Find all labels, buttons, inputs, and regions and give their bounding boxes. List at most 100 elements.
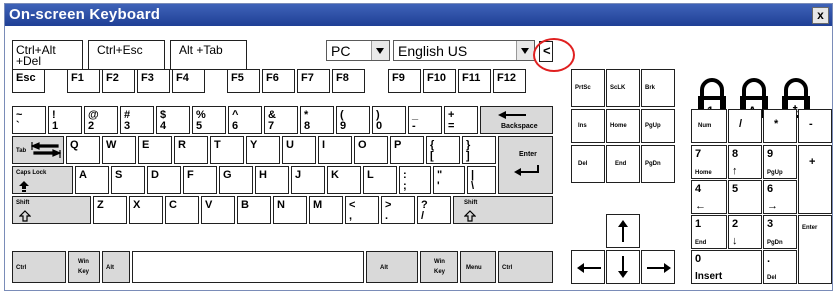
key-num-3[interactable]: 3 PgDn bbox=[763, 215, 797, 249]
key-1[interactable]: ! 1 bbox=[48, 106, 82, 134]
key-j[interactable]: J bbox=[291, 166, 325, 194]
key-slash[interactable]: ? / bbox=[417, 196, 451, 224]
key-0[interactable]: ) 0 bbox=[372, 106, 406, 134]
key-num-0[interactable]: 0 Insert bbox=[691, 250, 762, 284]
key-menu[interactable]: Menu bbox=[460, 251, 496, 283]
ctrl-esc-button[interactable]: Ctrl+Esc bbox=[88, 40, 165, 70]
key-num-plus[interactable]: + bbox=[798, 145, 832, 214]
key-alt-left[interactable]: Alt bbox=[102, 251, 130, 283]
key-q[interactable]: Q bbox=[66, 136, 100, 164]
key-num-dot[interactable]: . Del bbox=[763, 250, 797, 284]
key-f5[interactable]: F5 bbox=[227, 69, 260, 93]
key-ctrl-left[interactable]: Ctrl bbox=[12, 251, 66, 283]
key-end[interactable]: End bbox=[606, 145, 640, 183]
key-i[interactable]: I bbox=[318, 136, 352, 164]
key-4[interactable]: $4 bbox=[156, 106, 190, 134]
key-semicolon[interactable]: :; bbox=[399, 166, 431, 194]
key-num-slash[interactable]: / bbox=[728, 109, 762, 143]
key-z[interactable]: Z bbox=[93, 196, 127, 224]
key-num-enter[interactable]: Enter bbox=[798, 215, 832, 284]
layout-select[interactable]: PC bbox=[326, 40, 390, 61]
key-prtsc[interactable]: PrtSc bbox=[571, 69, 605, 107]
key-3[interactable]: #3 bbox=[120, 106, 154, 134]
key-num-5[interactable]: 5 bbox=[728, 180, 762, 214]
key-t[interactable]: T bbox=[210, 136, 244, 164]
key-pgdn[interactable]: PgDn bbox=[641, 145, 675, 183]
key-d[interactable]: D bbox=[147, 166, 181, 194]
key-tab[interactable]: Tab bbox=[12, 136, 64, 164]
key-f[interactable]: F bbox=[183, 166, 217, 194]
key-y[interactable]: Y bbox=[246, 136, 280, 164]
key-s[interactable]: S bbox=[111, 166, 145, 194]
key-w[interactable]: W bbox=[102, 136, 136, 164]
key-f9[interactable]: F9 bbox=[388, 69, 421, 93]
key-tilde[interactable]: ~ ` bbox=[12, 106, 46, 134]
key-n[interactable]: N bbox=[273, 196, 307, 224]
key-h[interactable]: H bbox=[255, 166, 289, 194]
key-ctrl-right[interactable]: Ctrl bbox=[498, 251, 553, 283]
key-5[interactable]: % 5 bbox=[192, 106, 226, 134]
key-num-9[interactable]: 9 PgUp bbox=[763, 145, 797, 179]
key-scrlk[interactable]: ScLK bbox=[606, 69, 640, 107]
key-num-1[interactable]: 1 End bbox=[691, 215, 727, 249]
key-left-brace[interactable]: {[ bbox=[426, 136, 460, 164]
key-backspace[interactable]: Backspace bbox=[480, 106, 553, 134]
key-8[interactable]: * 8 bbox=[300, 106, 334, 134]
key-p[interactable]: P bbox=[390, 136, 424, 164]
key-equals[interactable]: + = bbox=[444, 106, 478, 134]
key-left-arrow[interactable] bbox=[571, 250, 605, 284]
key-del[interactable]: Del bbox=[571, 145, 605, 183]
key-space[interactable] bbox=[132, 251, 364, 283]
key-win-left[interactable]: Win Key bbox=[68, 251, 100, 283]
close-button[interactable]: x bbox=[812, 7, 829, 24]
key-up-arrow[interactable] bbox=[606, 214, 640, 248]
key-u[interactable]: U bbox=[282, 136, 316, 164]
key-quote[interactable]: " ' bbox=[433, 166, 465, 194]
key-shift-left[interactable]: Shift bbox=[12, 196, 91, 224]
key-f3[interactable]: F3 bbox=[137, 69, 170, 93]
key-9[interactable]: (9 bbox=[336, 106, 370, 134]
title-bar[interactable]: On-screen Keyboard x bbox=[5, 4, 832, 26]
key-num-minus[interactable]: - bbox=[798, 109, 832, 143]
key-right-arrow[interactable] bbox=[641, 250, 675, 284]
key-numlock[interactable]: Num bbox=[691, 109, 727, 143]
key-f7[interactable]: F7 bbox=[297, 69, 330, 93]
key-m[interactable]: M bbox=[309, 196, 343, 224]
key-r[interactable]: R bbox=[174, 136, 208, 164]
key-minus[interactable]: _ - bbox=[408, 106, 442, 134]
key-num-7[interactable]: 7 Home bbox=[691, 145, 727, 179]
key-v[interactable]: V bbox=[201, 196, 235, 224]
key-num-8[interactable]: 8 ↑ bbox=[728, 145, 762, 179]
language-select[interactable]: English US bbox=[393, 40, 535, 61]
key-2[interactable]: @2 bbox=[84, 106, 118, 134]
key-down-arrow[interactable] bbox=[606, 250, 640, 284]
key-f6[interactable]: F6 bbox=[262, 69, 295, 93]
key-num-star[interactable]: * bbox=[763, 109, 797, 143]
key-o[interactable]: O bbox=[354, 136, 388, 164]
key-esc[interactable]: Esc bbox=[12, 69, 45, 93]
key-7[interactable]: & 7 bbox=[264, 106, 298, 134]
key-period[interactable]: >. bbox=[381, 196, 415, 224]
ctrl-alt-del-button[interactable]: Ctrl+Alt +Del bbox=[12, 40, 83, 70]
key-num-4[interactable]: 4 ← bbox=[691, 180, 727, 214]
key-f8[interactable]: F8 bbox=[332, 69, 365, 93]
key-6[interactable]: ^ 6 bbox=[228, 106, 262, 134]
key-alt-right[interactable]: Alt bbox=[366, 251, 418, 283]
key-num-2[interactable]: 2 ↓ bbox=[728, 215, 762, 249]
key-f12[interactable]: F12 bbox=[493, 69, 526, 93]
key-f2[interactable]: F2 bbox=[102, 69, 135, 93]
key-f10[interactable]: F10 bbox=[423, 69, 456, 93]
key-pgup[interactable]: PgUp bbox=[641, 109, 675, 143]
key-e[interactable]: E bbox=[138, 136, 172, 164]
key-num-6[interactable]: 6 → bbox=[763, 180, 797, 214]
key-f4[interactable]: F4 bbox=[172, 69, 205, 93]
key-c[interactable]: C bbox=[165, 196, 199, 224]
key-shift-right[interactable]: Shift bbox=[453, 196, 553, 224]
key-backslash[interactable]: | \ bbox=[467, 166, 496, 194]
key-caps-lock[interactable]: Caps Lock bbox=[12, 166, 73, 194]
key-ins[interactable]: Ins bbox=[571, 109, 605, 143]
key-enter[interactable]: Enter bbox=[498, 136, 553, 194]
key-home[interactable]: Home bbox=[606, 109, 640, 143]
key-x[interactable]: X bbox=[129, 196, 163, 224]
key-k[interactable]: K bbox=[327, 166, 361, 194]
